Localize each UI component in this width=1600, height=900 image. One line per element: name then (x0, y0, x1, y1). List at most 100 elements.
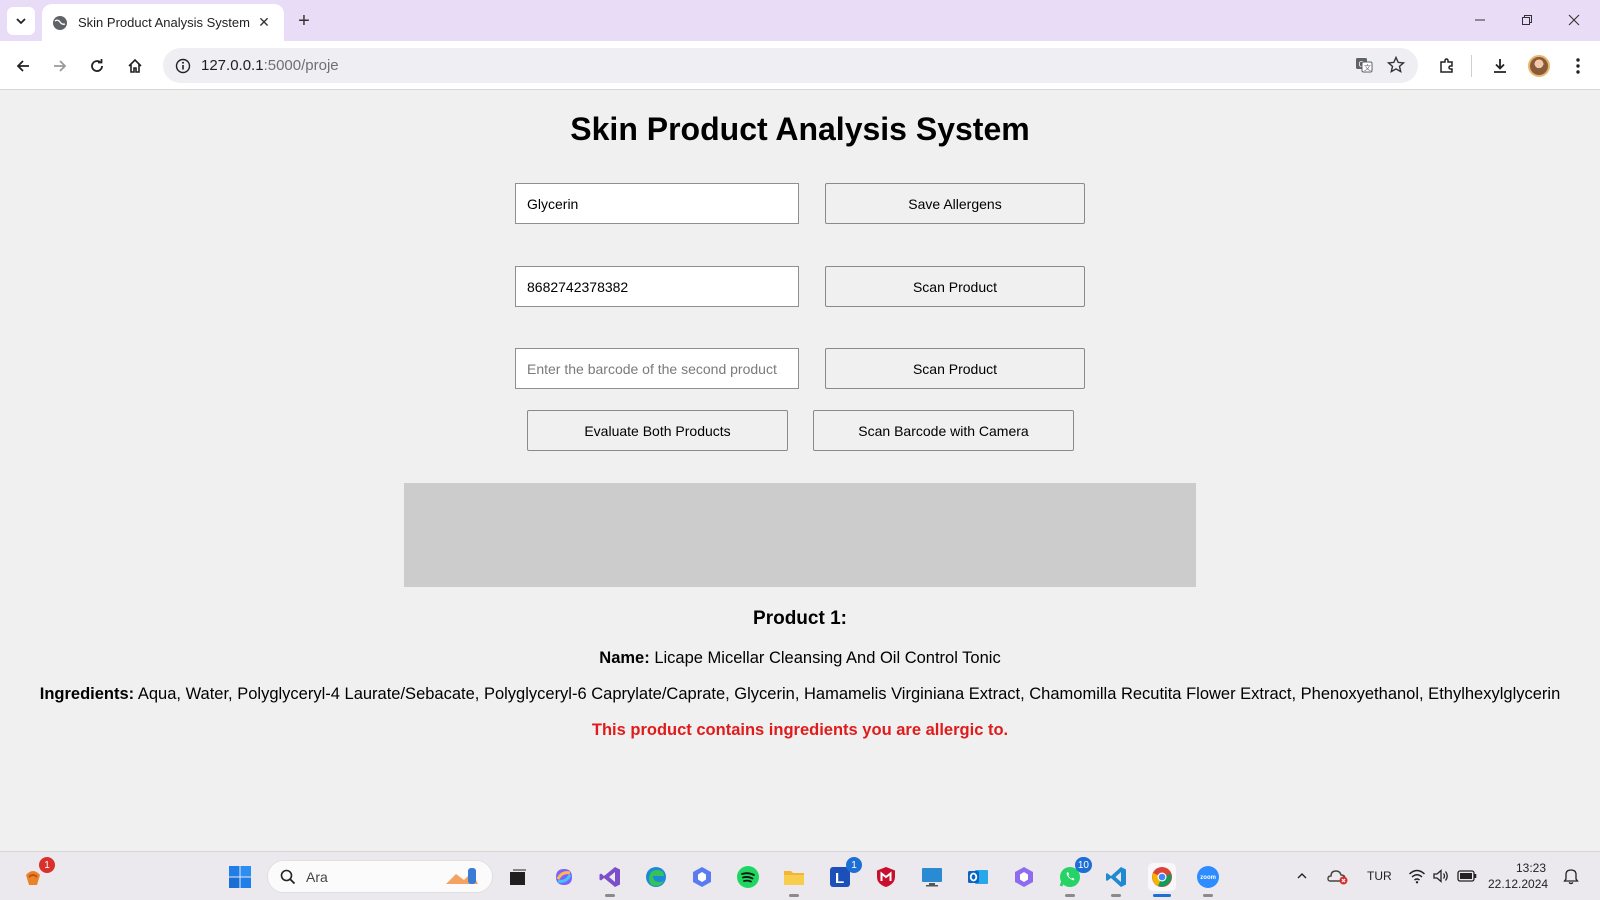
toolbar-divider (1471, 55, 1472, 77)
windows-icon (229, 866, 251, 888)
keyboard-language[interactable]: TUR (1367, 869, 1392, 883)
allergy-warning: This product contains ingredients you ar… (591, 721, 1009, 739)
running-indicator (1111, 894, 1121, 897)
reload-button[interactable] (82, 51, 112, 81)
chevron-up-icon[interactable] (1292, 865, 1312, 887)
minimize-button[interactable] (1462, 6, 1498, 34)
home-button[interactable] (120, 51, 150, 81)
running-indicator (1203, 894, 1213, 897)
site-info-icon[interactable] (171, 54, 195, 78)
browser-titlebar: Skin Product Analysis System ✕ + (0, 0, 1600, 41)
chevron-down-icon (16, 18, 26, 25)
puzzle-icon (1440, 58, 1453, 73)
download-icon (1494, 59, 1506, 73)
active-indicator (1153, 894, 1171, 897)
name-label: Name: (599, 649, 650, 667)
copilot-app-icon[interactable] (688, 863, 716, 891)
reload-icon (91, 59, 103, 72)
browser-menu-button[interactable] (1563, 51, 1593, 81)
allergen-input[interactable] (515, 183, 799, 224)
svg-text:文: 文 (1364, 63, 1371, 72)
volume-icon[interactable] (1430, 865, 1452, 887)
profile-avatar[interactable] (1528, 55, 1550, 77)
translate-icon[interactable]: G文 (1354, 55, 1374, 80)
notification-bell-icon[interactable] (1560, 865, 1582, 887)
vscode-icon[interactable] (1102, 863, 1130, 897)
zoom-icon[interactable]: zoom (1194, 863, 1222, 897)
file-explorer-icon[interactable] (780, 863, 808, 897)
product-1-name-line: Name: Licape Micellar Cleansing And Oil … (0, 649, 1600, 668)
bookmark-star-icon[interactable] (1386, 55, 1406, 80)
task-view-icon[interactable] (504, 863, 532, 891)
save-allergens-button[interactable]: Save Allergens (825, 183, 1085, 224)
page-content: Skin Product Analysis System Save Allerg… (0, 91, 1600, 850)
camera-preview-area (404, 483, 1196, 587)
clock[interactable]: 13:23 22.12.2024 (1488, 860, 1549, 892)
back-button[interactable] (8, 51, 38, 81)
restore-icon (1522, 15, 1532, 25)
copilot-icon[interactable] (550, 863, 578, 891)
more-vertical-icon (1576, 58, 1580, 74)
url-path: :5000/proje (263, 57, 339, 74)
battery-icon[interactable] (1456, 865, 1478, 887)
product-1-heading: Product 1: (753, 608, 847, 629)
ingredients-label: Ingredients: (39, 685, 135, 703)
downloads-button[interactable] (1485, 51, 1515, 81)
product-1-ingredients: Aqua, Water, Polyglyceryl-4 Laurate/Seba… (137, 685, 1561, 703)
evaluate-both-products-button[interactable]: Evaluate Both Products (527, 410, 788, 451)
browser-tab[interactable]: Skin Product Analysis System ✕ (42, 4, 284, 41)
app-l-badge: 1 (846, 857, 862, 873)
spotify-icon[interactable] (734, 863, 762, 891)
search-highlight-icon (442, 866, 482, 893)
browser-toolbar: 127.0.0.1:5000/proje G文 (0, 41, 1600, 90)
globe-icon (53, 15, 67, 30)
tray-app-badge: 1 (39, 857, 55, 873)
taskbar-search[interactable]: Ara (267, 860, 493, 893)
running-indicator (605, 894, 615, 897)
whatsapp-badge: 10 (1074, 857, 1092, 873)
tab-search-button[interactable] (7, 7, 35, 35)
svg-text:zoom: zoom (1200, 875, 1216, 881)
page-title: Skin Product Analysis System (570, 111, 1030, 147)
running-indicator (1065, 894, 1075, 897)
copilot-second-icon[interactable] (1010, 863, 1038, 891)
onedrive-error-icon[interactable] (1326, 865, 1350, 887)
visual-studio-icon[interactable] (596, 863, 624, 897)
address-bar[interactable]: 127.0.0.1:5000/proje G文 (163, 48, 1418, 83)
wifi-icon[interactable] (1406, 865, 1428, 887)
edge-icon[interactable] (642, 863, 670, 891)
app-l-icon[interactable]: L 1 (826, 857, 862, 891)
running-indicator (789, 894, 799, 897)
forward-button[interactable] (45, 51, 75, 81)
tab-title: Skin Product Analysis System (78, 15, 250, 30)
close-window-button[interactable] (1556, 6, 1592, 34)
tray-app-icon[interactable]: 1 (19, 857, 55, 891)
tab-close-icon[interactable]: ✕ (252, 11, 276, 35)
whatsapp-icon[interactable]: 10 (1056, 857, 1092, 897)
clock-time: 13:23 (1515, 861, 1546, 875)
chrome-icon[interactable] (1148, 863, 1176, 897)
remote-desktop-icon[interactable] (918, 863, 946, 891)
arrow-right-icon (54, 60, 67, 72)
search-placeholder: Ara (306, 868, 328, 885)
restore-button[interactable] (1509, 6, 1545, 34)
barcode-input-first-product[interactable] (515, 266, 799, 307)
search-icon (280, 869, 296, 884)
barcode-input-second-product[interactable] (515, 348, 799, 389)
new-tab-button[interactable]: + (290, 8, 318, 34)
svg-text:L: L (835, 870, 844, 887)
minimize-icon (1475, 19, 1485, 21)
home-icon (128, 58, 142, 73)
scan-product-button-2[interactable]: Scan Product (825, 348, 1085, 389)
scan-product-button-1[interactable]: Scan Product (825, 266, 1085, 307)
clock-date: 22.12.2024 (1488, 877, 1549, 891)
taskbar: 1 Ara L 1 10 zoom TUR 13:23 22.12.2024 (0, 851, 1600, 900)
close-icon (1568, 14, 1580, 26)
product-1-name: Licape Micellar Cleansing And Oil Contro… (654, 649, 1001, 667)
start-button[interactable] (226, 863, 254, 891)
outlook-icon[interactable] (964, 863, 992, 891)
scan-barcode-camera-button[interactable]: Scan Barcode with Camera (813, 410, 1074, 451)
extensions-button[interactable] (1432, 51, 1462, 81)
mcafee-icon[interactable] (872, 863, 900, 891)
arrow-left-icon (16, 60, 29, 72)
